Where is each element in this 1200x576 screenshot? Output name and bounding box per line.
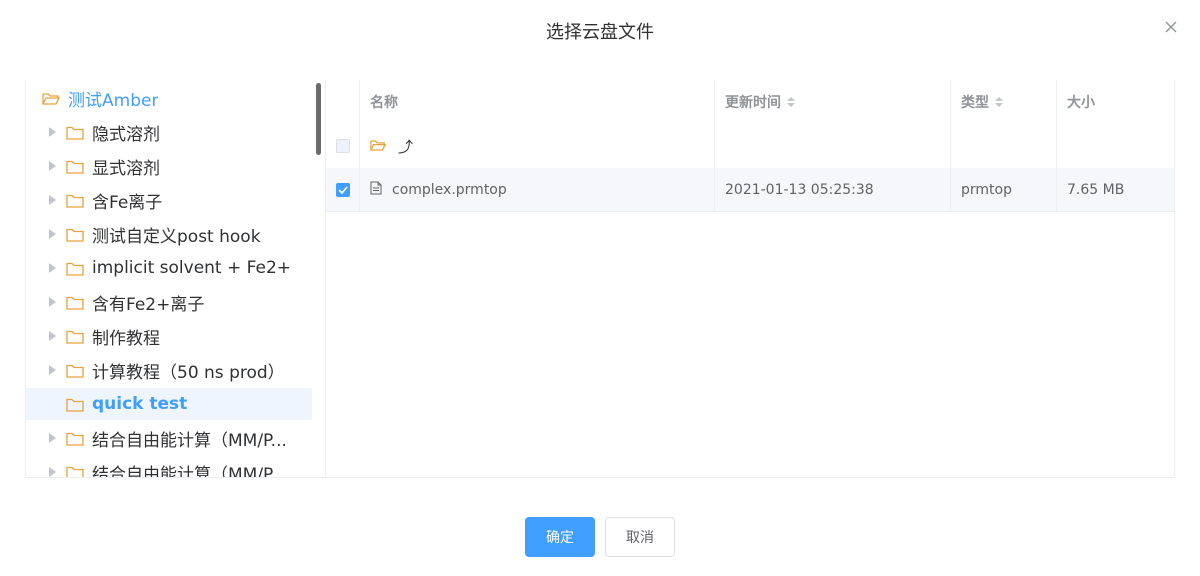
tree-item[interactable]: implicit solvent + Fe2+ (26, 252, 312, 284)
table-header: 名称 更新时间 类型 大小 (326, 80, 1174, 124)
tree-item[interactable]: 显式溶剂 (26, 150, 312, 182)
caret-right-icon[interactable] (46, 398, 58, 410)
folder-icon (66, 227, 84, 242)
tree-item-label: 隐式溶剂 (92, 124, 160, 145)
row-select-cell (326, 168, 360, 211)
tree-item-label: 制作教程 (92, 328, 160, 349)
go-up-icon[interactable]: ⤴ (398, 136, 413, 157)
tree-item-label: 显式溶剂 (92, 158, 160, 179)
folder-icon (66, 193, 84, 208)
folder-icon (66, 397, 84, 412)
caret-right-icon[interactable] (46, 194, 58, 206)
header-size-label: 大小 (1067, 95, 1095, 111)
file-type-cell: prmtop (951, 168, 1057, 211)
file-name: complex.prmtop (392, 181, 507, 198)
file-name-cell[interactable]: complex.prmtop (360, 168, 715, 211)
caret-right-icon[interactable] (46, 432, 58, 444)
tree-item-label: 结合自由能计算（MM/P... (92, 430, 287, 451)
tree-item[interactable]: 结合自由能计算（MM/P (26, 456, 312, 478)
header-size: 大小 (1057, 80, 1174, 124)
table-row[interactable]: complex.prmtop 2021-01-13 05:25:38 prmto… (326, 168, 1174, 212)
file-table: 名称 更新时间 类型 大小 ⤴ complex.prmtop 2021-01-1… (325, 80, 1175, 478)
row-checkbox-checked[interactable] (335, 182, 350, 197)
folder-open-icon (42, 91, 61, 105)
folder-icon (66, 431, 84, 446)
tree-item[interactable]: 制作教程 (26, 320, 312, 352)
tree-item-label: 含Fe离子 (92, 192, 163, 213)
row-select-cell (326, 124, 360, 168)
header-type-label: 类型 (961, 95, 989, 111)
tree-item[interactable]: 计算教程（50 ns prod） (26, 354, 312, 386)
folder-icon (66, 125, 84, 140)
tree-item-label: quick test (92, 394, 188, 414)
caret-right-icon[interactable] (46, 364, 58, 376)
close-icon[interactable] (1164, 20, 1180, 36)
tree-item[interactable]: 含Fe离子 (26, 184, 312, 216)
check-icon (337, 185, 348, 194)
folder-icon (66, 261, 84, 276)
folder-open-icon (370, 139, 388, 153)
tree-item-label: 测试自定义post hook (92, 226, 261, 247)
file-updated-cell: 2021-01-13 05:25:38 (715, 168, 951, 211)
sort-icon[interactable] (995, 97, 1003, 107)
folder-icon (66, 465, 84, 477)
folder-icon (66, 159, 84, 174)
header-type[interactable]: 类型 (951, 80, 1057, 124)
header-select-cell (326, 80, 360, 124)
tree-item-label: implicit solvent + Fe2+ (92, 258, 292, 278)
file-type: prmtop (961, 181, 1012, 198)
parent-folder-row[interactable]: ⤴ (326, 124, 1174, 168)
folder-icon (66, 329, 84, 344)
tree-item[interactable]: 测试自定义post hook (26, 218, 312, 250)
caret-right-icon[interactable] (46, 160, 58, 172)
folder-icon (66, 363, 84, 378)
tree-item-label: 结合自由能计算（MM/P (92, 464, 274, 478)
tree-item-label: 含有Fe2+离子 (92, 294, 205, 315)
caret-right-icon[interactable] (46, 466, 58, 477)
file-picker-dialog: 选择云盘文件 测试Amber 隐式溶剂显式溶剂含Fe离子测试自定义post ho… (0, 0, 1200, 576)
caret-right-icon[interactable] (46, 126, 58, 138)
header-updated[interactable]: 更新时间 (715, 80, 951, 124)
file-updated: 2021-01-13 05:25:38 (725, 181, 874, 198)
tree-root[interactable]: 测试Amber (26, 82, 312, 114)
file-size: 7.65 MB (1067, 181, 1125, 198)
folder-icon (66, 295, 84, 310)
tree-item[interactable]: quick test (26, 388, 312, 420)
header-name-label: 名称 (370, 95, 398, 111)
tree-item[interactable]: 含有Fe2+离子 (26, 286, 312, 318)
row-checkbox[interactable] (335, 139, 350, 153)
sort-icon[interactable] (787, 97, 795, 107)
caret-right-icon[interactable] (46, 330, 58, 342)
caret-right-icon[interactable] (46, 228, 58, 240)
cancel-button[interactable]: 取消 (605, 517, 675, 557)
tree-item[interactable]: 结合自由能计算（MM/P... (26, 422, 312, 454)
tree-item-label: 计算教程（50 ns prod） (92, 362, 285, 383)
confirm-button[interactable]: 确定 (525, 517, 595, 557)
header-updated-label: 更新时间 (725, 95, 781, 111)
tree-root-label: 测试Amber (68, 90, 159, 111)
file-icon (370, 181, 382, 199)
tree-item[interactable]: 隐式溶剂 (26, 116, 312, 148)
dialog-title: 选择云盘文件 (546, 22, 654, 43)
parent-folder-cell[interactable]: ⤴ (360, 124, 715, 168)
caret-right-icon[interactable] (46, 262, 58, 274)
tree-scrollbar[interactable] (316, 83, 321, 155)
caret-right-icon[interactable] (46, 296, 58, 308)
file-size-cell: 7.65 MB (1057, 168, 1174, 211)
header-name: 名称 (360, 80, 715, 124)
folder-tree[interactable]: 测试Amber 隐式溶剂显式溶剂含Fe离子测试自定义post hook impli… (25, 80, 325, 478)
